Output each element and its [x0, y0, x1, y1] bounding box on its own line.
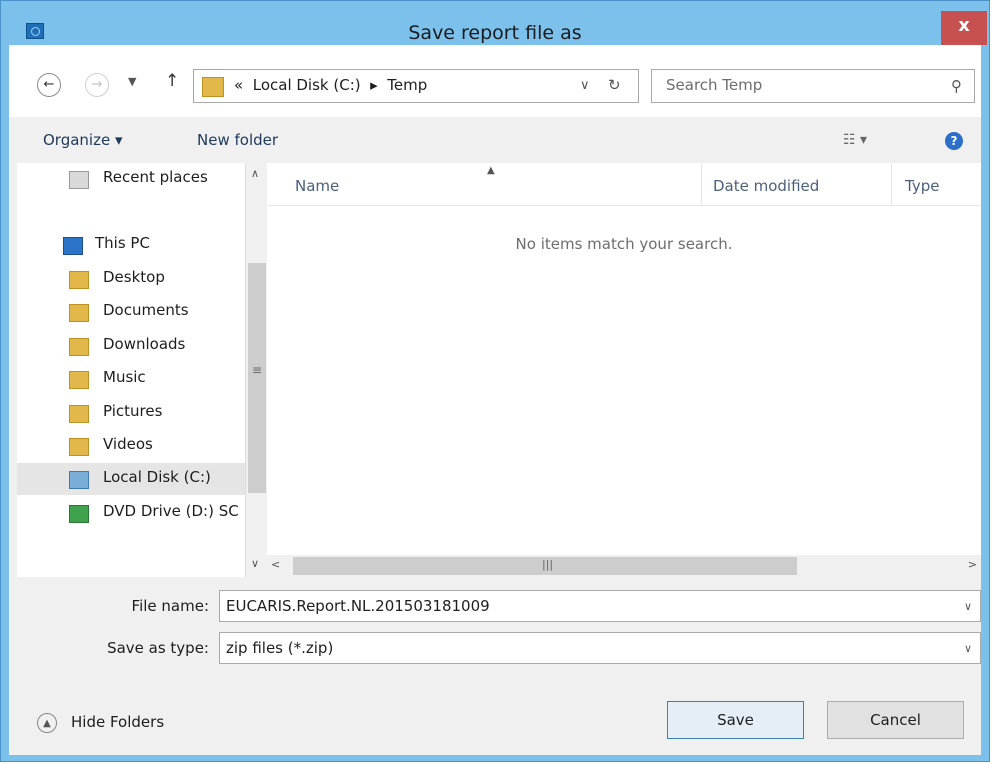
- back-button[interactable]: ←: [37, 73, 61, 97]
- save-as-type-select[interactable]: zip files (*.zip) ∨: [219, 632, 981, 664]
- cancel-button[interactable]: Cancel: [827, 701, 964, 739]
- file-list-scrollbar[interactable]: < ||| >: [267, 555, 981, 577]
- nav-item-music[interactable]: Music: [17, 363, 245, 395]
- pictures-folder-icon: [69, 405, 89, 423]
- nav-item-videos[interactable]: Videos: [17, 430, 245, 462]
- nav-item-label: Desktop: [103, 268, 165, 286]
- address-dropdown-icon[interactable]: ∨: [580, 78, 590, 93]
- navigation-pane: Recent places This PC Desktop Documents …: [17, 163, 245, 577]
- nav-item-label: Recent places: [103, 168, 208, 186]
- nav-item-this-pc[interactable]: This PC: [17, 229, 245, 261]
- grip-icon: ≡: [252, 363, 263, 377]
- chevron-up-icon: ▲: [37, 713, 57, 733]
- refresh-icon[interactable]: ↻: [608, 76, 621, 94]
- save-as-type-value: zip files (*.zip): [226, 639, 334, 657]
- nav-item-label: Pictures: [103, 402, 163, 420]
- scroll-right-icon[interactable]: >: [968, 558, 977, 571]
- file-name-field[interactable]: EUCARIS.Report.NL.201503181009 ∨: [219, 590, 981, 622]
- file-name-value: EUCARIS.Report.NL.201503181009: [226, 597, 490, 615]
- recent-places-icon: [69, 171, 89, 189]
- new-folder-button[interactable]: New folder: [197, 131, 278, 149]
- sort-ascending-icon: ▲: [487, 165, 495, 176]
- nav-item-downloads[interactable]: Downloads: [17, 330, 245, 362]
- nav-item-label: Videos: [103, 435, 153, 453]
- nav-item-recent-places[interactable]: Recent places: [17, 163, 245, 195]
- save-button[interactable]: Save: [667, 701, 804, 739]
- column-header-type[interactable]: Type: [905, 177, 939, 195]
- file-name-label: File name:: [131, 597, 209, 615]
- command-bar: Organize ▾ New folder ☷ ▾ ?: [9, 117, 981, 163]
- help-icon[interactable]: ?: [945, 132, 963, 150]
- dialog-body: ← → ▼ ↑ « Local Disk (C:) ▸ Temp ∨ ↻ Sea…: [9, 45, 981, 755]
- title-bar[interactable]: Save report file as x: [1, 1, 989, 45]
- nav-item-documents[interactable]: Documents: [17, 296, 245, 328]
- videos-folder-icon: [69, 438, 89, 456]
- nav-item-desktop[interactable]: Desktop: [17, 263, 245, 295]
- column-divider[interactable]: [701, 163, 702, 205]
- nav-item-label: DVD Drive (D:) SC: [103, 502, 239, 520]
- empty-list-message: No items match your search.: [515, 235, 733, 253]
- nav-item-label: Music: [103, 368, 146, 386]
- column-header-row: ▲ Name Date modified Type: [267, 163, 981, 206]
- address-bar-row: ← → ▼ ↑ « Local Disk (C:) ▸ Temp ∨ ↻ Sea…: [9, 45, 981, 117]
- scroll-up-icon[interactable]: ∧: [251, 167, 259, 180]
- folder-icon: [202, 77, 224, 97]
- scrollbar-thumb[interactable]: [248, 263, 266, 493]
- save-dialog-window: Save report file as x ← → ▼ ↑ « Local Di…: [0, 0, 990, 762]
- search-placeholder: Search Temp: [666, 76, 763, 94]
- chevron-down-icon[interactable]: ∨: [964, 642, 972, 655]
- breadcrumb-separator-icon[interactable]: ▸: [370, 76, 378, 94]
- breadcrumb: « Local Disk (C:) ▸ Temp: [234, 76, 427, 94]
- column-divider[interactable]: [891, 163, 892, 205]
- computer-icon: [63, 237, 83, 255]
- column-header-date-modified[interactable]: Date modified: [713, 177, 819, 195]
- forward-button[interactable]: →: [85, 73, 109, 97]
- up-button[interactable]: ↑: [165, 71, 179, 91]
- breadcrumb-temp[interactable]: Temp: [387, 76, 427, 94]
- chevron-down-icon[interactable]: ∨: [964, 600, 972, 613]
- file-list: ▲ Name Date modified Type No items match…: [267, 163, 981, 555]
- hide-folders-label: Hide Folders: [71, 713, 165, 731]
- nav-item-dvd-drive[interactable]: DVD Drive (D:) SC: [17, 497, 245, 529]
- nav-item-label: Local Disk (C:): [103, 468, 211, 486]
- desktop-folder-icon: [69, 271, 89, 289]
- nav-item-label: Downloads: [103, 335, 186, 353]
- dvd-drive-icon: [69, 505, 89, 523]
- recent-locations-dropdown-icon[interactable]: ▼: [128, 75, 136, 88]
- nav-item-pictures[interactable]: Pictures: [17, 397, 245, 429]
- documents-folder-icon: [69, 304, 89, 322]
- nav-item-label: Documents: [103, 301, 189, 319]
- grip-icon: |||: [542, 558, 554, 571]
- search-icon[interactable]: ⚲: [951, 77, 962, 95]
- music-folder-icon: [69, 371, 89, 389]
- search-input[interactable]: Search Temp ⚲: [651, 69, 975, 103]
- drive-icon: [69, 471, 89, 489]
- address-field[interactable]: « Local Disk (C:) ▸ Temp ∨ ↻: [193, 69, 639, 103]
- column-header-name[interactable]: Name: [295, 177, 339, 195]
- breadcrumb-overflow[interactable]: «: [234, 76, 243, 94]
- scroll-left-icon[interactable]: <: [271, 558, 280, 571]
- scroll-down-icon[interactable]: ∨: [251, 557, 259, 570]
- change-view-icon[interactable]: ☷ ▾: [843, 132, 867, 148]
- nav-item-local-disk[interactable]: Local Disk (C:): [17, 463, 245, 495]
- close-button[interactable]: x: [941, 11, 987, 45]
- organize-button[interactable]: Organize ▾: [43, 131, 123, 149]
- window-title: Save report file as: [408, 22, 582, 44]
- downloads-folder-icon: [69, 338, 89, 356]
- save-as-type-label: Save as type:: [107, 639, 209, 657]
- nav-item-label: This PC: [95, 234, 150, 252]
- breadcrumb-local-disk[interactable]: Local Disk (C:): [253, 76, 361, 94]
- nav-pane-scrollbar[interactable]: ∧ ≡ ∨: [245, 163, 268, 577]
